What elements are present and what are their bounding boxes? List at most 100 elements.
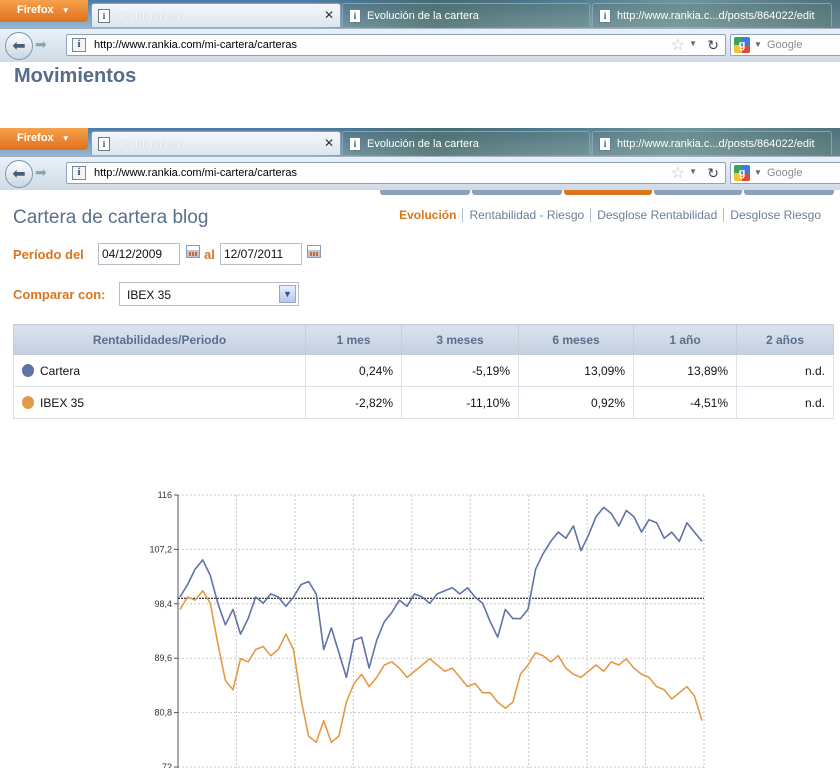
- close-icon[interactable]: ✕: [324, 8, 334, 22]
- bookmark-star-icon[interactable]: ☆: [671, 163, 685, 183]
- site-identity-icon[interactable]: i: [72, 166, 86, 180]
- url-bar[interactable]: i http://www.rankia.com/mi-cartera/carter…: [66, 162, 726, 184]
- site-identity-icon[interactable]: i: [72, 38, 86, 52]
- tab-label: http://www.rankia.c...d/posts/864022/edi…: [617, 138, 815, 150]
- chevron-down-icon[interactable]: ▼: [754, 40, 762, 49]
- view-tabs: Evolución Rentabilidad - Riesgo Desglose R…: [393, 208, 827, 222]
- tab-evolucion-cartera[interactable]: i Evolución de la cartera: [342, 3, 590, 27]
- page-title: Cartera de cartera blog: [13, 207, 209, 228]
- url-bar[interactable]: i http://www.rankia.com/mi-cartera/carter…: [66, 34, 726, 56]
- browser-chrome-second: Firefox ▼ i Ver mi cartera ✕ i Evolución de …: [0, 128, 840, 190]
- navigation-toolbar: ⬅ ➡ i http://www.rankia.com/mi-cartera/ca…: [0, 156, 840, 190]
- page-info-icon: i: [599, 137, 611, 151]
- calendar-icon[interactable]: [186, 245, 200, 258]
- table-cell: -5,19%: [401, 354, 519, 387]
- chevron-down-icon: ▼: [61, 134, 70, 143]
- google-logo-icon[interactable]: g: [734, 37, 750, 53]
- compare-select[interactable]: IBEX 35 ▼: [119, 282, 299, 306]
- bookmark-star-icon[interactable]: ☆: [671, 35, 685, 55]
- forward-arrow-icon[interactable]: ➡: [35, 165, 47, 181]
- table-cell: -4,51%: [633, 386, 737, 419]
- back-arrow-icon[interactable]: ⬅: [5, 160, 33, 188]
- table-header-row: Rentabilidades/Periodo 1 mes 3 meses 6 m…: [13, 324, 834, 355]
- tab-rankia-post-edit[interactable]: i http://www.rankia.c...d/posts/864022/ed…: [592, 131, 832, 155]
- chevron-down-icon[interactable]: ▼: [689, 167, 697, 176]
- series-line-cartera: [179, 506, 703, 679]
- tab-rankia-post-edit[interactable]: i http://www.rankia.c...d/posts/864022/ed…: [592, 3, 832, 27]
- compare-selected-value: IBEX 35: [127, 288, 172, 302]
- page-info-icon: i: [349, 137, 361, 151]
- column-header: 1 mes: [305, 324, 402, 355]
- returns-table: Rentabilidades/Periodo 1 mes 3 meses 6 m…: [13, 324, 834, 419]
- series-line-ibex: [179, 590, 703, 744]
- column-header: 1 año: [633, 324, 737, 355]
- table-cell: -2,82%: [305, 386, 402, 419]
- chevron-down-icon[interactable]: ▼: [754, 168, 762, 177]
- table-cell: 0,24%: [305, 354, 402, 387]
- table-cell: 13,09%: [518, 354, 634, 387]
- compare-label: Comparar con:: [13, 287, 106, 302]
- reload-icon[interactable]: ↻: [707, 37, 719, 54]
- y-tick-label: 107,2: [149, 544, 172, 554]
- search-box[interactable]: g ▼ Google: [730, 162, 840, 184]
- firefox-menu-label: Firefox: [17, 4, 54, 16]
- tab-ver-mi-cartera[interactable]: i Ver mi cartera ✕: [91, 131, 341, 155]
- page-info-icon: i: [599, 9, 611, 23]
- series-name-cell: IBEX 35: [13, 386, 306, 419]
- table-row: IBEX 35 -2,82% -11,10% 0,92% -4,51% n.d.: [13, 386, 834, 419]
- column-header: Rentabilidades/Periodo: [13, 324, 306, 355]
- evolution-chart: 116 107,2 98,4 89,6 80,8 72: [149, 490, 705, 768]
- column-header: 6 meses: [518, 324, 634, 355]
- search-box[interactable]: g ▼ Google: [730, 34, 840, 56]
- series-name: Cartera: [40, 363, 81, 378]
- series-name-cell: Cartera: [13, 354, 306, 387]
- search-placeholder: Google: [767, 167, 803, 179]
- table-cell: 0,92%: [518, 386, 634, 419]
- y-tick-label: 89,6: [154, 653, 172, 663]
- reload-icon[interactable]: ↻: [707, 165, 719, 182]
- chevron-down-icon[interactable]: ▼: [279, 285, 296, 303]
- tab-evolucion-cartera[interactable]: i Evolución de la cartera: [342, 131, 590, 155]
- tab-ver-mi-cartera[interactable]: i Ver mi cartera ✕: [91, 3, 341, 27]
- url-text: http://www.rankia.com/mi-cartera/cartera…: [94, 167, 297, 179]
- table-cell: n.d.: [736, 354, 834, 387]
- tab-desglose-riesgo[interactable]: Desglose Riesgo: [723, 208, 827, 222]
- page-info-icon: i: [349, 9, 361, 23]
- firefox-menu-button[interactable]: Firefox ▼: [0, 128, 88, 150]
- navigation-toolbar: ⬅ ➡ i http://www.rankia.com/mi-cartera/ca…: [0, 28, 840, 62]
- column-header: 3 meses: [401, 324, 519, 355]
- search-placeholder: Google: [767, 39, 803, 51]
- tab-rentabilidad-riesgo[interactable]: Rentabilidad - Riesgo: [462, 208, 590, 222]
- firefox-menu-label: Firefox: [17, 132, 54, 144]
- table-cell: 13,89%: [633, 354, 737, 387]
- tab-label: Ver mi cartera: [116, 138, 185, 150]
- period-from-input[interactable]: 04/12/2009: [98, 243, 180, 265]
- url-text: http://www.rankia.com/mi-cartera/cartera…: [94, 39, 297, 51]
- y-tick-label: 116: [158, 490, 172, 500]
- tab-label: Evolución de la cartera: [367, 10, 479, 22]
- close-icon[interactable]: ✕: [324, 136, 334, 150]
- column-header: 2 años: [736, 324, 834, 355]
- tab-label: Evolución de la cartera: [367, 138, 479, 150]
- forward-arrow-icon[interactable]: ➡: [35, 37, 47, 53]
- tab-evolucion[interactable]: Evolución: [393, 208, 462, 222]
- series-dot-icon: [22, 395, 34, 409]
- site-nav-strip: [380, 190, 840, 196]
- series-dot-icon: [22, 363, 34, 377]
- firefox-menu-button[interactable]: Firefox ▼: [0, 0, 88, 22]
- period-to-label: al: [204, 247, 215, 262]
- chevron-down-icon[interactable]: ▼: [689, 39, 697, 48]
- tab-label: Ver mi cartera: [116, 10, 185, 22]
- calendar-icon[interactable]: [307, 245, 321, 258]
- y-tick-label: 72: [162, 762, 172, 768]
- table-cell: n.d.: [736, 386, 834, 419]
- y-tick-label: 80,8: [154, 708, 172, 718]
- y-tick-label: 98,4: [154, 599, 172, 609]
- tab-label: http://www.rankia.c...d/posts/864022/edi…: [617, 10, 815, 22]
- chevron-down-icon: ▼: [61, 6, 70, 15]
- table-row: Cartera 0,24% -5,19% 13,09% 13,89% n.d.: [13, 354, 834, 387]
- google-logo-icon[interactable]: g: [734, 165, 750, 181]
- back-arrow-icon[interactable]: ⬅: [5, 32, 33, 60]
- tab-desglose-rentabilidad[interactable]: Desglose Rentabilidad: [590, 208, 723, 222]
- period-to-input[interactable]: 12/07/2011: [220, 243, 302, 265]
